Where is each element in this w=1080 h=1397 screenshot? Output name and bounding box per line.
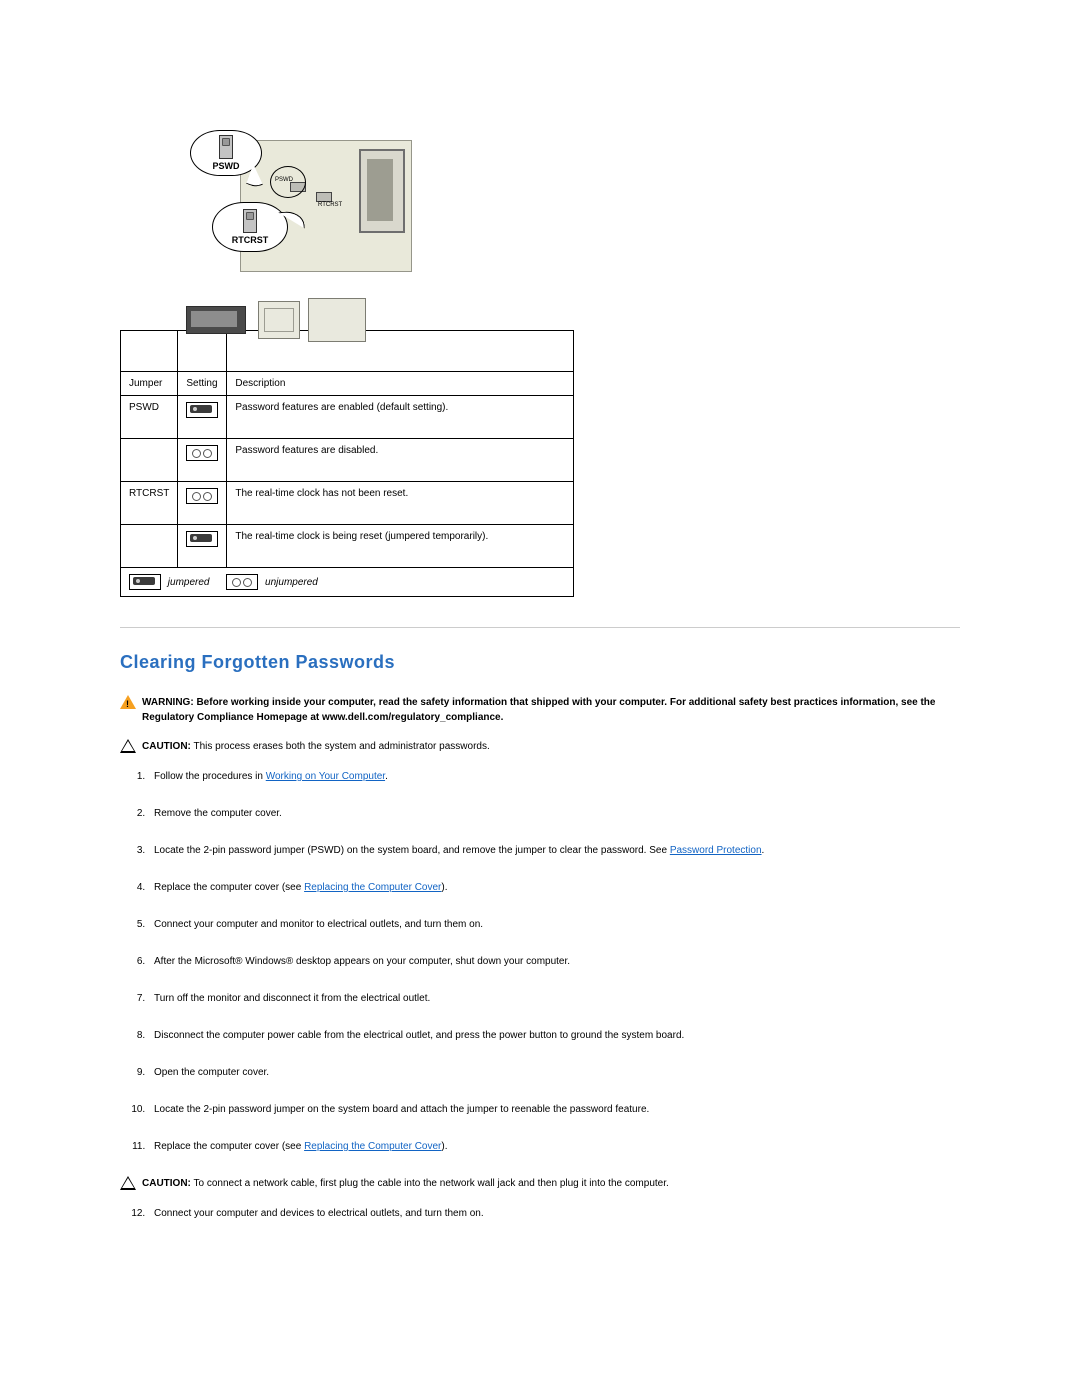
rtcrst-pad [316, 192, 332, 202]
rear-ports [186, 298, 396, 340]
step-item: Disconnect the computer power cable from… [148, 1028, 960, 1043]
cell-desc: Password features are disabled. [227, 439, 574, 482]
pswd-callout: PSWD [190, 130, 262, 176]
step-text: . [762, 845, 765, 856]
caution-label: CAUTION: [142, 741, 191, 752]
section-heading: Clearing Forgotten Passwords [120, 652, 960, 673]
table-row: PSWD Password features are enabled (defa… [121, 396, 574, 439]
table-row: RTCRST The real-time clock has not been … [121, 482, 574, 525]
step-item: Open the computer cover. [148, 1065, 960, 1080]
step-text: Disconnect the computer power cable from… [154, 1030, 684, 1041]
cell-desc: The real-time clock is being reset (jump… [227, 525, 574, 568]
caution-icon: ! [120, 1176, 136, 1192]
jumper-diagram: PSWD RTCRST PSWD RTCRST [160, 130, 420, 310]
warning-note: ! WARNING: Before working inside your co… [120, 695, 960, 725]
table-legend-row: jumpered unjumpered [121, 568, 574, 597]
cell-setting [178, 482, 227, 525]
step-item: After the Microsoft® Windows® desktop ap… [148, 954, 960, 969]
rtcrst-callout-label: RTCRST [232, 235, 269, 245]
inline-link[interactable]: Working on Your Computer [266, 771, 385, 782]
step-item: Locate the 2-pin password jumper (PSWD) … [148, 843, 960, 858]
step-item: Connect your computer and devices to ele… [148, 1206, 960, 1221]
table-header-row: Jumper Setting Description [121, 372, 574, 396]
col-desc: Description [227, 372, 574, 396]
cell-desc: The real-time clock has not been reset. [227, 482, 574, 525]
step-item: Replace the computer cover (see Replacin… [148, 880, 960, 895]
step-text: ). [441, 882, 447, 893]
step-text: After the Microsoft® Windows® desktop ap… [154, 956, 570, 967]
step-text: Locate the 2-pin password jumper (PSWD) … [154, 845, 670, 856]
table-row: The real-time clock is being reset (jump… [121, 525, 574, 568]
cell-jumper: PSWD [121, 396, 178, 439]
steps-list: Follow the procedures in Working on Your… [120, 769, 960, 1154]
jumper-table: Jumper Setting Description PSWD Password… [120, 330, 574, 597]
warning-label: WARNING: [142, 697, 194, 708]
cell-setting [178, 396, 227, 439]
step-text: Replace the computer cover (see [154, 1141, 304, 1152]
rtcrst-callout: RTCRST [212, 202, 288, 252]
jumpered-icon [186, 531, 218, 547]
section-divider [120, 627, 960, 628]
jumpered-icon [129, 574, 161, 590]
step-text: Turn off the monitor and disconnect it f… [154, 993, 430, 1004]
pswd-callout-label: PSWD [213, 161, 240, 171]
step-item: Replace the computer cover (see Replacin… [148, 1139, 960, 1154]
cell-jumper [121, 525, 178, 568]
caution-text: To connect a network cable, first plug t… [194, 1178, 669, 1189]
step-text: Connect your computer and devices to ele… [154, 1208, 484, 1219]
inline-link[interactable]: Password Protection [670, 845, 762, 856]
cell-setting [178, 525, 227, 568]
cell-desc: Password features are enabled (default s… [227, 396, 574, 439]
caution-note: ! CAUTION: To connect a network cable, f… [120, 1176, 960, 1192]
jumpered-icon [186, 402, 218, 418]
step-text: Open the computer cover. [154, 1067, 269, 1078]
step-text: Connect your computer and monitor to ele… [154, 919, 483, 930]
cell-setting [178, 439, 227, 482]
caution-note: ! CAUTION: This process erases both the … [120, 739, 960, 755]
step-text: Locate the 2-pin password jumper on the … [154, 1104, 649, 1115]
step-text: Follow the procedures in [154, 771, 266, 782]
table-row: Password features are disabled. [121, 439, 574, 482]
caution-label: CAUTION: [142, 1178, 191, 1189]
inline-link[interactable]: Replacing the Computer Cover [304, 882, 441, 893]
step-text: ). [441, 1141, 447, 1152]
unjumpered-icon [186, 445, 218, 461]
expansion-slot [359, 149, 405, 233]
step-item: Turn off the monitor and disconnect it f… [148, 991, 960, 1006]
caution-icon: ! [120, 739, 136, 755]
steps-list-cont: Connect your computer and devices to ele… [120, 1206, 960, 1221]
cell-jumper: RTCRST [121, 482, 178, 525]
step-item: Connect your computer and monitor to ele… [148, 917, 960, 932]
unjumpered-icon [186, 488, 218, 504]
caution-text: This process erases both the system and … [194, 741, 490, 752]
warning-icon: ! [120, 695, 136, 711]
inline-link[interactable]: Replacing the Computer Cover [304, 1141, 441, 1152]
legend-unjumpered: unjumpered [265, 577, 318, 588]
step-text: . [385, 771, 388, 782]
pswd-callout-ring [270, 166, 306, 198]
legend-jumpered: jumpered [168, 577, 210, 588]
col-jumper: Jumper [121, 372, 178, 396]
warning-text: Before working inside your computer, rea… [142, 697, 935, 723]
step-text: Replace the computer cover (see [154, 882, 304, 893]
cell-jumper [121, 439, 178, 482]
step-item: Remove the computer cover. [148, 806, 960, 821]
step-item: Locate the 2-pin password jumper on the … [148, 1102, 960, 1117]
unjumpered-icon [226, 574, 258, 590]
step-text: Remove the computer cover. [154, 808, 282, 819]
rtcrst-small-label: RTCRST [318, 202, 342, 208]
col-setting: Setting [178, 372, 227, 396]
step-item: Follow the procedures in Working on Your… [148, 769, 960, 784]
